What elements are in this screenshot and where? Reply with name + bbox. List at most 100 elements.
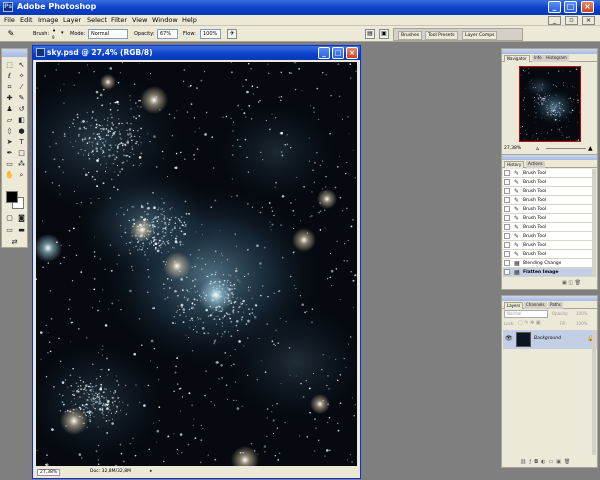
menu-view[interactable]: View — [132, 16, 147, 24]
app-restore-icon[interactable]: ▫ — [565, 16, 578, 25]
slice-tool-icon[interactable]: ⁄ — [16, 83, 27, 92]
layer-opacity-value[interactable]: 100% — [576, 311, 587, 316]
fill-value[interactable]: 100% — [576, 321, 587, 326]
app-close-icon[interactable]: × — [582, 16, 595, 25]
pen-tool-icon[interactable]: ✒ — [4, 149, 15, 158]
delete-layer-icon[interactable]: 🗑 — [564, 459, 573, 465]
lock-icons[interactable]: ▢ ✎ ✥ ▣ — [518, 320, 541, 326]
stamp-tool-icon[interactable]: ♟ — [4, 105, 15, 114]
toolbox-grip[interactable] — [2, 49, 27, 57]
history-scrollbar[interactable] — [592, 169, 596, 277]
eyedropper-tool-icon[interactable]: ⁂ — [16, 160, 27, 169]
palette-toggle-icon[interactable]: ▣ — [379, 29, 389, 39]
navigator-preview[interactable] — [519, 66, 581, 142]
file-browser-icon[interactable]: ▤ — [365, 29, 375, 39]
history-item[interactable]: ✎ Brush Tool — [503, 214, 595, 223]
healing-tool-icon[interactable]: ✚ — [4, 94, 15, 103]
standard-mode-icon[interactable]: ▢ — [4, 214, 15, 223]
quick-mask-icon[interactable]: ◙ — [16, 214, 27, 223]
fullscreen-mode-icon[interactable]: ▬ — [16, 226, 27, 235]
blur-tool-icon[interactable]: ◊ — [4, 127, 15, 136]
maximize-button[interactable]: □ — [564, 1, 577, 13]
tab-actions[interactable]: Actions — [526, 161, 545, 168]
history-item[interactable]: ▦ Blending Change — [503, 259, 595, 268]
jump-to-imageready-icon[interactable]: ⇄ — [9, 238, 20, 247]
history-item[interactable]: ✎ Brush Tool — [503, 178, 595, 187]
menu-window[interactable]: Window — [152, 16, 178, 24]
layer-row-background[interactable]: 👁 Background 🔒 — [503, 330, 597, 349]
eye-icon[interactable]: 👁 — [505, 335, 513, 342]
menu-layer[interactable]: Layer — [63, 16, 81, 24]
document-title-bar[interactable]: sky.psd @ 27,4% (RGB/8) _ □ × — [33, 46, 360, 60]
delete-state-icon[interactable]: 🗑 — [575, 280, 581, 286]
move-tool-icon[interactable]: ↖ — [16, 61, 27, 70]
flow-input[interactable]: 100% — [200, 29, 221, 39]
history-item[interactable]: ✎ Brush Tool — [503, 250, 595, 259]
opacity-input[interactable]: 67% — [157, 29, 178, 39]
history-item[interactable]: ✎ Brush Tool — [503, 223, 595, 232]
status-menu-icon[interactable]: ▸ — [150, 469, 152, 474]
tab-channels[interactable]: Channels — [524, 302, 547, 309]
brush-dropdown-icon[interactable]: ▾ — [61, 30, 64, 36]
marquee-tool-icon[interactable]: ⬚ — [4, 61, 15, 70]
app-minimize-icon[interactable]: _ — [548, 16, 561, 25]
zoom-out-icon[interactable]: ▵ — [536, 145, 539, 153]
history-item[interactable]: ✎ Brush Tool — [503, 169, 595, 178]
hand-tool-icon[interactable]: ✋ — [4, 171, 15, 180]
history-item[interactable]: ✎ Brush Tool — [503, 187, 595, 196]
history-item[interactable]: ✎ Brush Tool — [503, 205, 595, 214]
document-close-button[interactable]: × — [346, 47, 358, 59]
document-zoom[interactable]: 27,38% — [37, 469, 61, 476]
airbrush-icon[interactable]: ✈ — [227, 29, 237, 39]
minimize-button[interactable]: _ — [548, 1, 561, 13]
tab-layers[interactable]: Layers — [504, 302, 524, 309]
new-snapshot-icon[interactable]: ◫ — [568, 280, 573, 286]
close-button[interactable]: × — [581, 1, 594, 13]
tab-info[interactable]: Info — [532, 55, 544, 62]
document-maximize-button[interactable]: □ — [332, 47, 344, 59]
blend-mode-select[interactable]: Normal — [504, 310, 548, 318]
path-selection-tool-icon[interactable]: ➤ — [4, 138, 15, 147]
dodge-tool-icon[interactable]: ● — [16, 127, 27, 136]
new-layer-icon[interactable]: ▣ — [556, 459, 564, 465]
history-brush-tool-icon[interactable]: ↺ — [16, 105, 27, 114]
menu-file[interactable]: File — [4, 16, 15, 24]
image-canvas[interactable] — [36, 62, 357, 466]
palette-tab-tool-presets[interactable]: Tool Presets — [425, 31, 458, 40]
history-item-selected[interactable]: ▦ Flatten Image — [503, 268, 595, 277]
tab-history[interactable]: History — [504, 161, 525, 168]
navigator-zoom[interactable]: 27,38% — [504, 146, 521, 151]
history-item[interactable]: ✎ Brush Tool — [503, 241, 595, 250]
history-item[interactable]: ✎ Brush Tool — [503, 196, 595, 205]
lasso-tool-icon[interactable]: ℓ — [4, 72, 15, 81]
menu-help[interactable]: Help — [182, 16, 197, 24]
menu-edit[interactable]: Edit — [20, 16, 33, 24]
brush-tip-icon[interactable]: • — [52, 27, 56, 35]
palette-tab-layer-comps[interactable]: Layer Comps — [462, 31, 498, 40]
type-tool-icon[interactable]: T — [16, 138, 27, 147]
brush-tool-icon[interactable]: ✎ — [16, 94, 27, 103]
menu-filter[interactable]: Filter — [111, 16, 127, 24]
mode-select[interactable]: Normal — [88, 29, 128, 39]
menu-select[interactable]: Select — [87, 16, 107, 24]
shape-tool-icon[interactable]: □ — [16, 149, 27, 158]
brush-tool-preset-icon[interactable]: ✎ — [5, 29, 17, 39]
magic-wand-tool-icon[interactable]: ✧ — [16, 72, 27, 81]
menu-image[interactable]: Image — [38, 16, 58, 24]
crop-tool-icon[interactable]: ⌗ — [4, 83, 15, 92]
zoom-in-icon[interactable]: ▲ — [588, 145, 593, 153]
document-minimize-button[interactable]: _ — [318, 47, 330, 59]
eraser-tool-icon[interactable]: ▱ — [4, 116, 15, 125]
tab-paths[interactable]: Paths — [548, 302, 563, 309]
foreground-color-swatch[interactable] — [6, 191, 18, 203]
palette-tab-brushes[interactable]: Brushes — [398, 31, 423, 40]
layers-scrollbar[interactable] — [592, 330, 596, 455]
zoom-tool-icon[interactable]: ⌕ — [16, 171, 27, 180]
history-item[interactable]: ✎ Brush Tool — [503, 232, 595, 241]
screen-mode-icon[interactable]: ▭ — [4, 226, 15, 235]
tab-navigator[interactable]: Navigator — [504, 55, 530, 62]
tab-histogram[interactable]: Histogram — [544, 55, 569, 62]
navigator-zoom-slider[interactable] — [546, 148, 586, 149]
new-document-icon[interactable]: ▣ — [562, 280, 567, 286]
link-icon[interactable]: ⛓ — [520, 459, 529, 465]
